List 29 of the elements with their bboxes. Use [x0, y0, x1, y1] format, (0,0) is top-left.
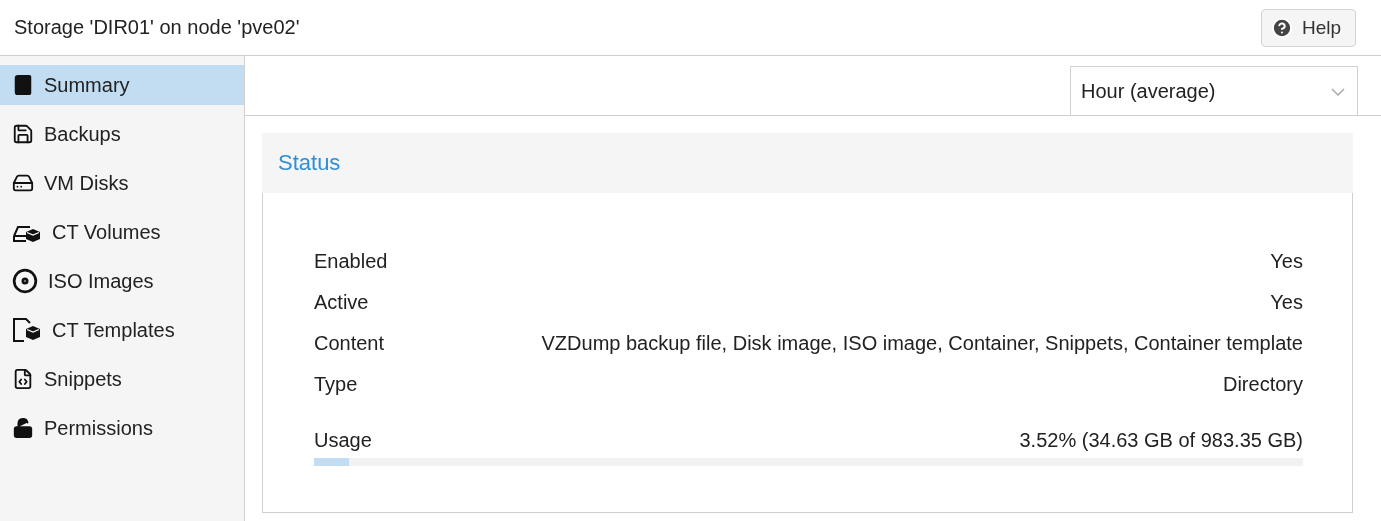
sidebar-item[interactable]: Summary	[0, 65, 244, 105]
field-label: Usage	[314, 428, 372, 452]
help-icon	[1270, 16, 1293, 39]
sidebar-item[interactable]: CT Volumes	[0, 212, 244, 252]
open-lock-icon	[12, 417, 34, 439]
sidebar-item[interactable]: VM Disks	[0, 163, 244, 203]
panel-title: Status	[278, 150, 341, 176]
sidebar-item[interactable]: CT Templates	[0, 310, 244, 350]
timeframe-select[interactable]: Hour (average)	[1070, 66, 1358, 116]
field-label: Active	[314, 291, 369, 314]
file-cube-icon	[12, 317, 42, 343]
page-title: Storage 'DIR01' on node 'pve02'	[14, 16, 300, 39]
disc-icon	[12, 268, 38, 294]
sidebar-item[interactable]: ISO Images	[0, 261, 244, 301]
field-label: Content	[314, 332, 385, 355]
sidebar-item[interactable]: Backups	[0, 114, 244, 154]
field-value: VZDump backup file, Disk image, ISO image, Container, Snippets, Container template	[541, 332, 1303, 355]
field-value: Directory	[1223, 373, 1303, 396]
field-label: Type	[314, 373, 358, 396]
sidebar-item[interactable]: Permissions	[0, 408, 244, 448]
chevron-down-icon	[1331, 87, 1345, 96]
hard-drive-icon	[12, 172, 34, 194]
usage-reading: 3.52% (34.63 GB of 983.35 GB)	[1019, 428, 1303, 452]
code-file-icon	[12, 368, 34, 390]
field-value: Yes	[1270, 250, 1303, 273]
field-label: Enabled	[314, 250, 388, 273]
sidebar-item[interactable]: Snippets	[0, 359, 244, 399]
field-value: Yes	[1270, 291, 1303, 314]
help-button[interactable]: Help	[1260, 8, 1356, 47]
